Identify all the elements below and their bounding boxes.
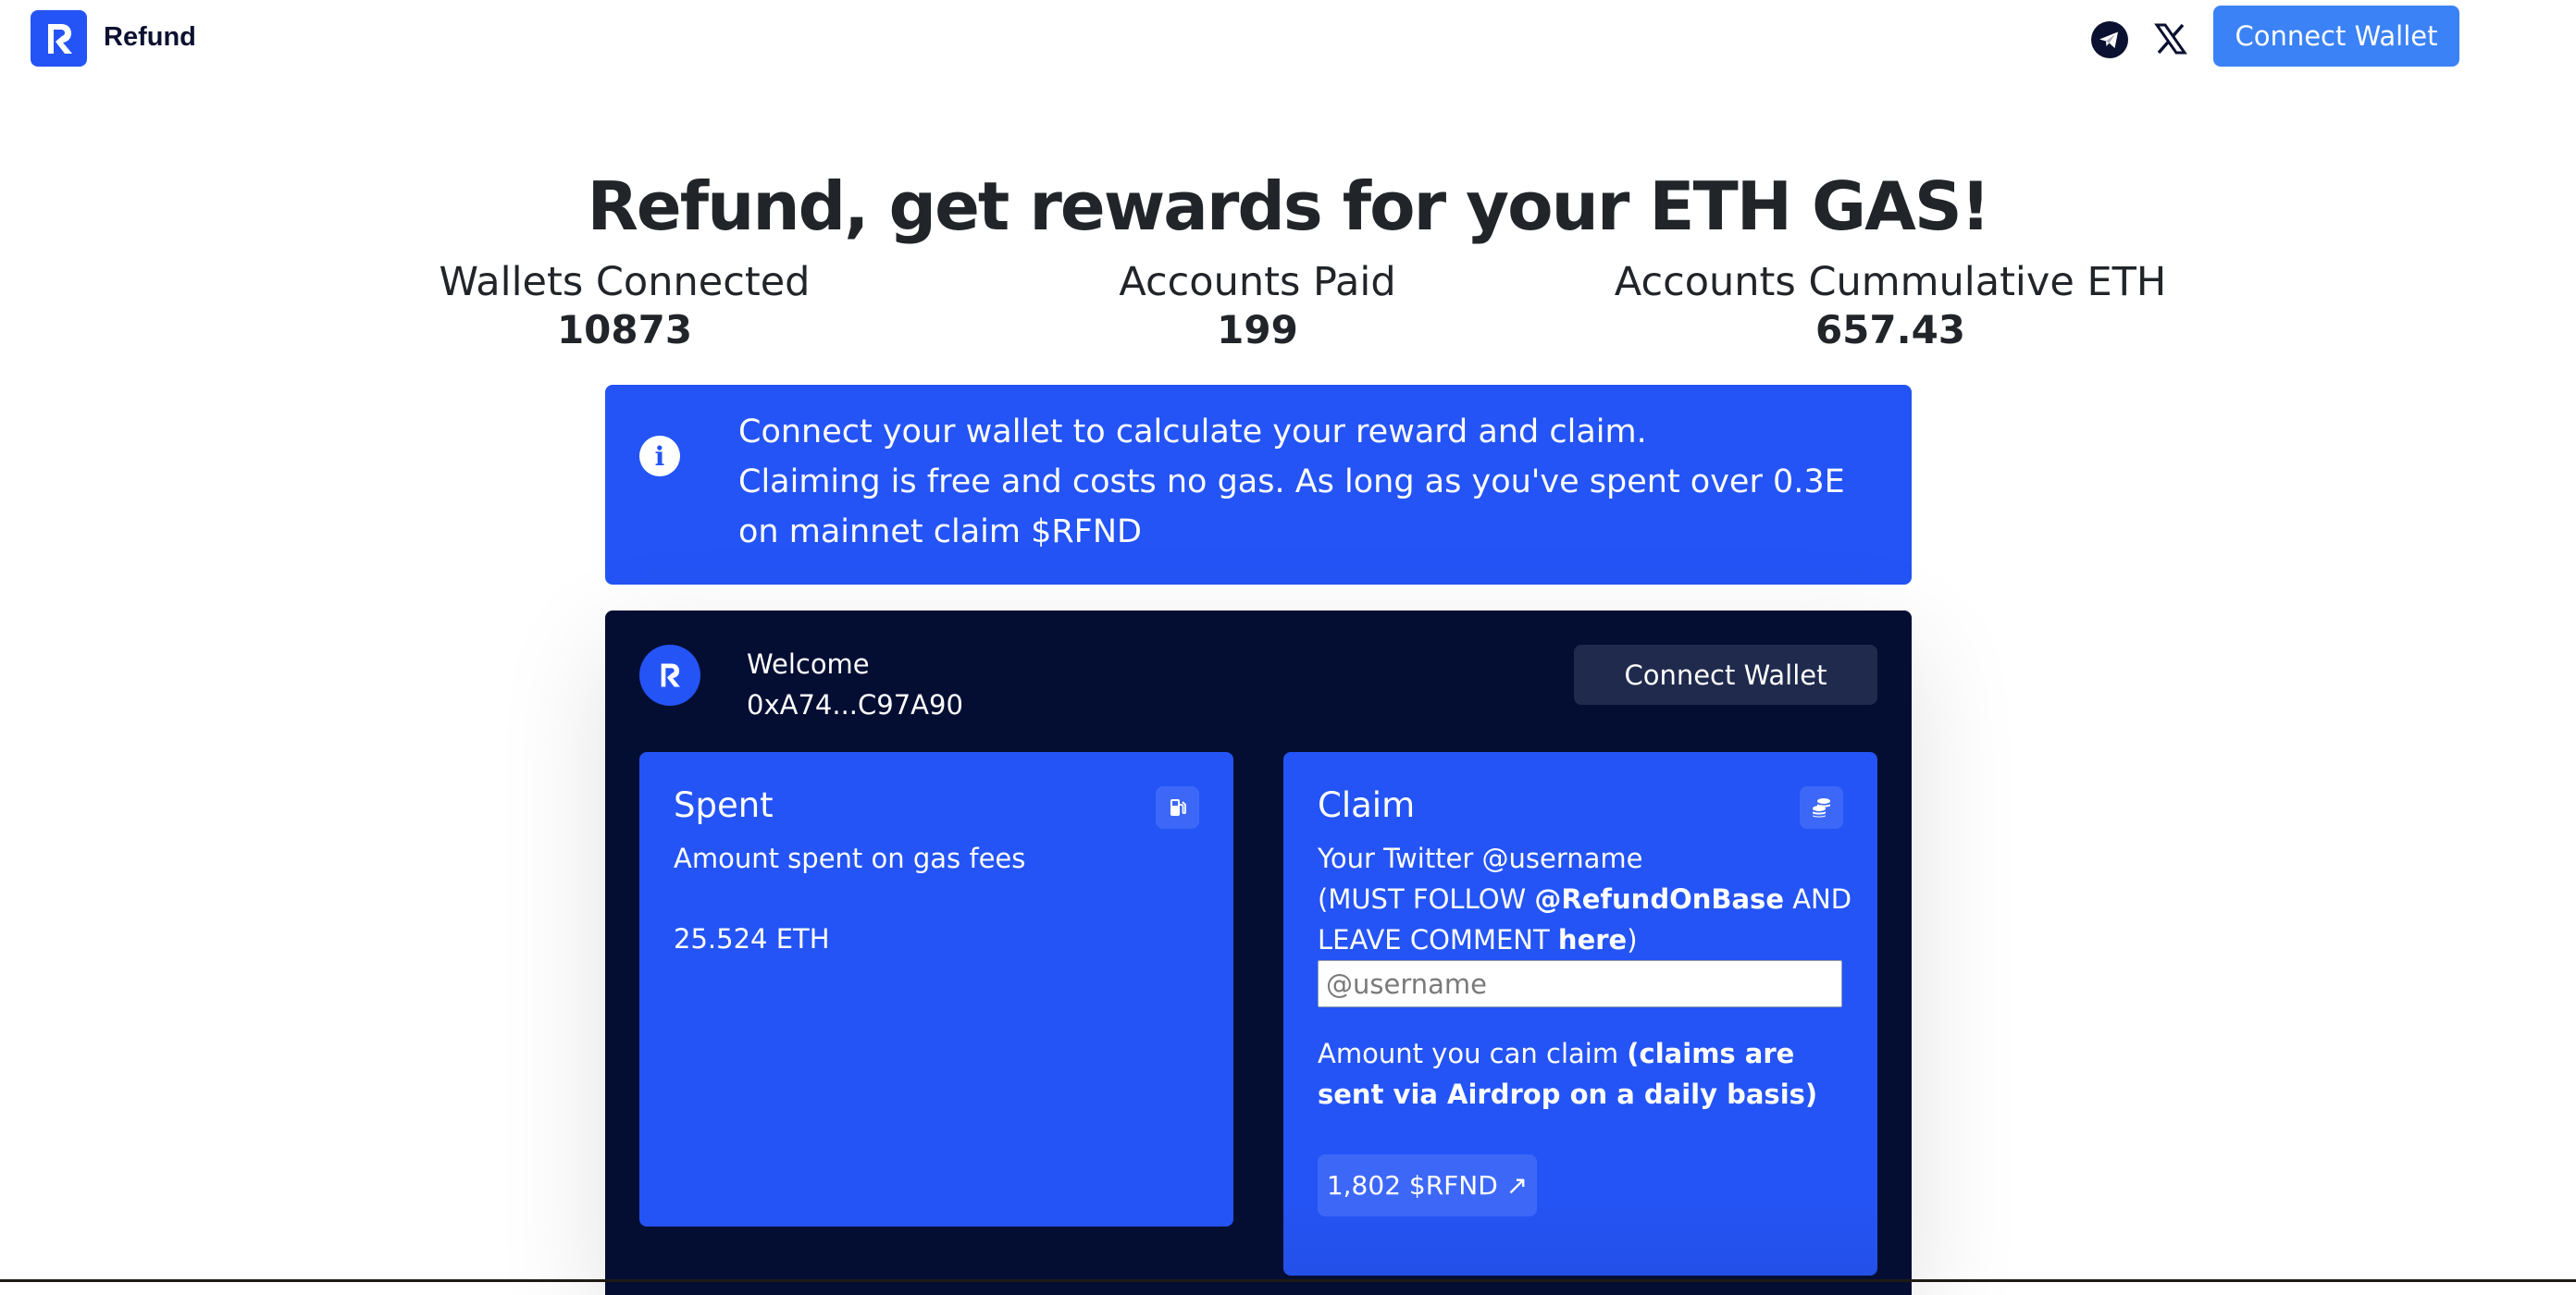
stat-cumulative-eth: Accounts Cummulative ETH 657.43	[1567, 257, 2214, 353]
panel-connect-wallet-button[interactable]: Connect Wallet	[1574, 645, 1877, 705]
avatar	[639, 645, 700, 706]
telegram-icon[interactable]	[2091, 21, 2128, 58]
gas-pump-icon	[1156, 786, 1199, 829]
brand-name[interactable]: Refund	[104, 18, 196, 56]
page-title: Refund, get rewards for your ETH GAS!	[587, 167, 1990, 245]
twitter-username-input[interactable]	[1318, 960, 1842, 1007]
x-twitter-icon[interactable]	[2154, 22, 2187, 56]
banner-text: Connect your wallet to calculate your re…	[738, 407, 1886, 557]
brand-logo[interactable]	[31, 10, 87, 67]
wallet-address: 0xA74...C97A90	[747, 689, 963, 721]
follow-line: (MUST FOLLOW @RefundOnBase AND	[1318, 879, 1864, 919]
spent-amount: 25.524 ETH	[674, 923, 830, 955]
refund-logo-icon	[47, 23, 72, 54]
comment-here-link[interactable]: here	[1558, 924, 1627, 956]
stat-value: 10873	[556, 307, 693, 352]
comment-line: LEAVE COMMENT here)	[1318, 919, 1864, 960]
spent-description: Amount spent on gas fees	[674, 843, 1026, 874]
refund-logo-icon	[661, 663, 680, 687]
amount-label: Amount you can claim	[1318, 1038, 1628, 1069]
follow-prefix: (MUST FOLLOW	[1318, 883, 1535, 915]
info-icon: i	[639, 436, 680, 476]
stat-wallets-connected: Wallets Connected 10873	[301, 257, 948, 353]
claim-instructions: Your Twitter @username (MUST FOLLOW @Ref…	[1318, 838, 1864, 960]
follow-mid: AND	[1784, 883, 1852, 915]
claim-amount-button[interactable]: 1,802 $RFND ↗	[1318, 1154, 1537, 1216]
comment-prefix: LEAVE COMMENT	[1318, 924, 1558, 956]
claim-amount-label: Amount you can claim (claims are sent vi…	[1318, 1033, 1854, 1115]
follow-handle-link[interactable]: @RefundOnBase	[1534, 883, 1784, 915]
banner-line: Connect your wallet to calculate your re…	[738, 413, 1647, 450]
twitter-label: Your Twitter @username	[1318, 843, 1643, 874]
stat-label: Wallets Connected	[439, 259, 811, 305]
comment-suffix: )	[1627, 924, 1638, 956]
stat-label: Accounts Paid	[1119, 259, 1396, 305]
banner-line: Claiming is free and costs no gas. As lo…	[738, 463, 1845, 500]
stat-value: 199	[1217, 307, 1298, 352]
coins-icon	[1800, 786, 1843, 829]
stat-value: 657.43	[1814, 307, 1966, 352]
header-connect-wallet-button[interactable]: Connect Wallet	[2213, 6, 2459, 67]
claim-title: Claim	[1318, 785, 1416, 825]
welcome-text: Welcome	[747, 648, 870, 680]
stat-label: Accounts Cummulative ETH	[1614, 259, 2167, 305]
spent-title: Spent	[674, 785, 774, 825]
stat-accounts-paid: Accounts Paid 199	[934, 257, 1581, 353]
banner-line: on mainnet claim $RFND	[738, 513, 1142, 550]
